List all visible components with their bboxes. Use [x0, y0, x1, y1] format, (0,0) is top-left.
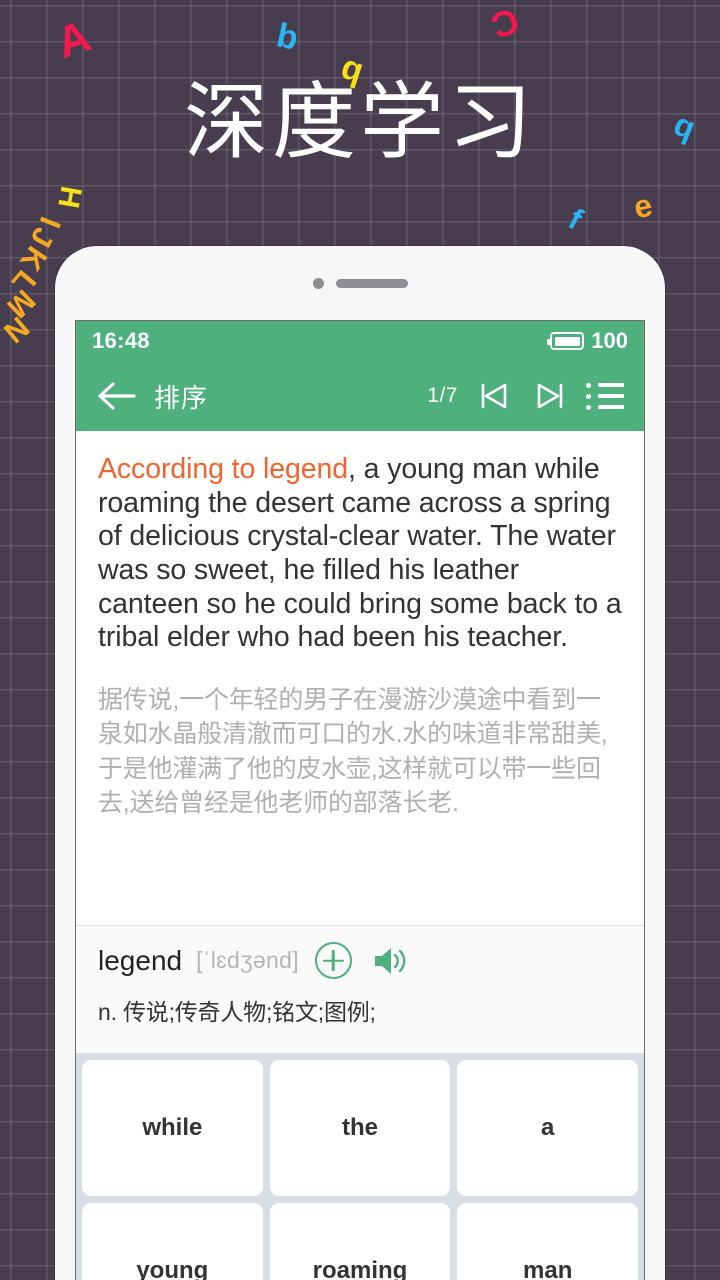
- phone-mockup: 16:48 100 排序 1/7 According to legend, a …: [55, 246, 665, 1280]
- speaker-icon: [374, 947, 406, 974]
- word-tile[interactable]: while: [82, 1060, 263, 1196]
- dictionary-definition: n. 传说;传奇人物;铭文;图例;: [98, 999, 376, 1025]
- speaker-button[interactable]: [372, 945, 410, 977]
- app-bar-title: 排序: [154, 382, 209, 413]
- earpiece-speaker: [335, 278, 408, 288]
- phone-bezel-top: [55, 246, 665, 320]
- dictionary-header: legend [ˈlɛdʒənd]: [98, 942, 622, 979]
- dictionary-word: legend: [98, 944, 183, 976]
- word-tile[interactable]: the: [269, 1060, 451, 1196]
- battery-level-label: 100: [591, 328, 628, 353]
- word-tile[interactable]: roaming: [269, 1203, 451, 1280]
- word-tile[interactable]: a: [457, 1060, 639, 1196]
- word-tile-tray: while the a young roaming man: [76, 1053, 644, 1280]
- passage-highlight[interactable]: According to legend: [98, 453, 348, 485]
- app-bar: 排序 1/7: [76, 361, 644, 431]
- dictionary-phonetic: [ˈlɛdʒənd]: [196, 947, 299, 973]
- arrow-left-icon: [98, 382, 136, 410]
- list-menu-icon: [586, 382, 630, 388]
- previous-sentence-button[interactable]: [468, 370, 520, 422]
- passage-english: According to legend, a young man while r…: [98, 453, 622, 655]
- status-bar: 16:48 100: [76, 321, 644, 361]
- front-camera-icon: [312, 277, 324, 289]
- skip-previous-icon: [481, 383, 507, 409]
- screen-root: AbqCqefHIJKLMN 深度学习 16:48 100 排序 1/7 Acc…: [0, 0, 720, 1280]
- status-bar-right: 100: [547, 328, 628, 354]
- back-button[interactable]: [90, 369, 144, 423]
- plus-circle-icon[interactable]: [314, 942, 352, 979]
- battery-full-icon: [547, 332, 585, 350]
- word-tile[interactable]: man: [457, 1203, 639, 1280]
- passage-chinese: 据传说,一个年轻的男子在漫游沙漠途中看到一泉如水晶般清澈而可口的水.水的味道非常…: [98, 685, 608, 818]
- word-tile[interactable]: young: [82, 1203, 263, 1280]
- status-time: 16:48: [92, 328, 150, 353]
- list-menu-button[interactable]: [580, 370, 630, 422]
- reading-pane: According to legend, a young man while r…: [76, 431, 644, 925]
- word-tile-row: while the a: [82, 1060, 639, 1196]
- skip-next-icon: [537, 383, 563, 409]
- hero-title: 深度学习: [183, 77, 536, 170]
- word-tile-row: young roaming man: [82, 1203, 639, 1280]
- page-indicator: 1/7: [427, 384, 458, 407]
- phone-screen: 16:48 100 排序 1/7 According to legend, a …: [75, 320, 645, 1280]
- next-sentence-button[interactable]: [524, 370, 576, 422]
- dictionary-card: legend [ˈlɛdʒənd] n. 传说;传奇人物;铭文;图例;: [76, 925, 644, 1053]
